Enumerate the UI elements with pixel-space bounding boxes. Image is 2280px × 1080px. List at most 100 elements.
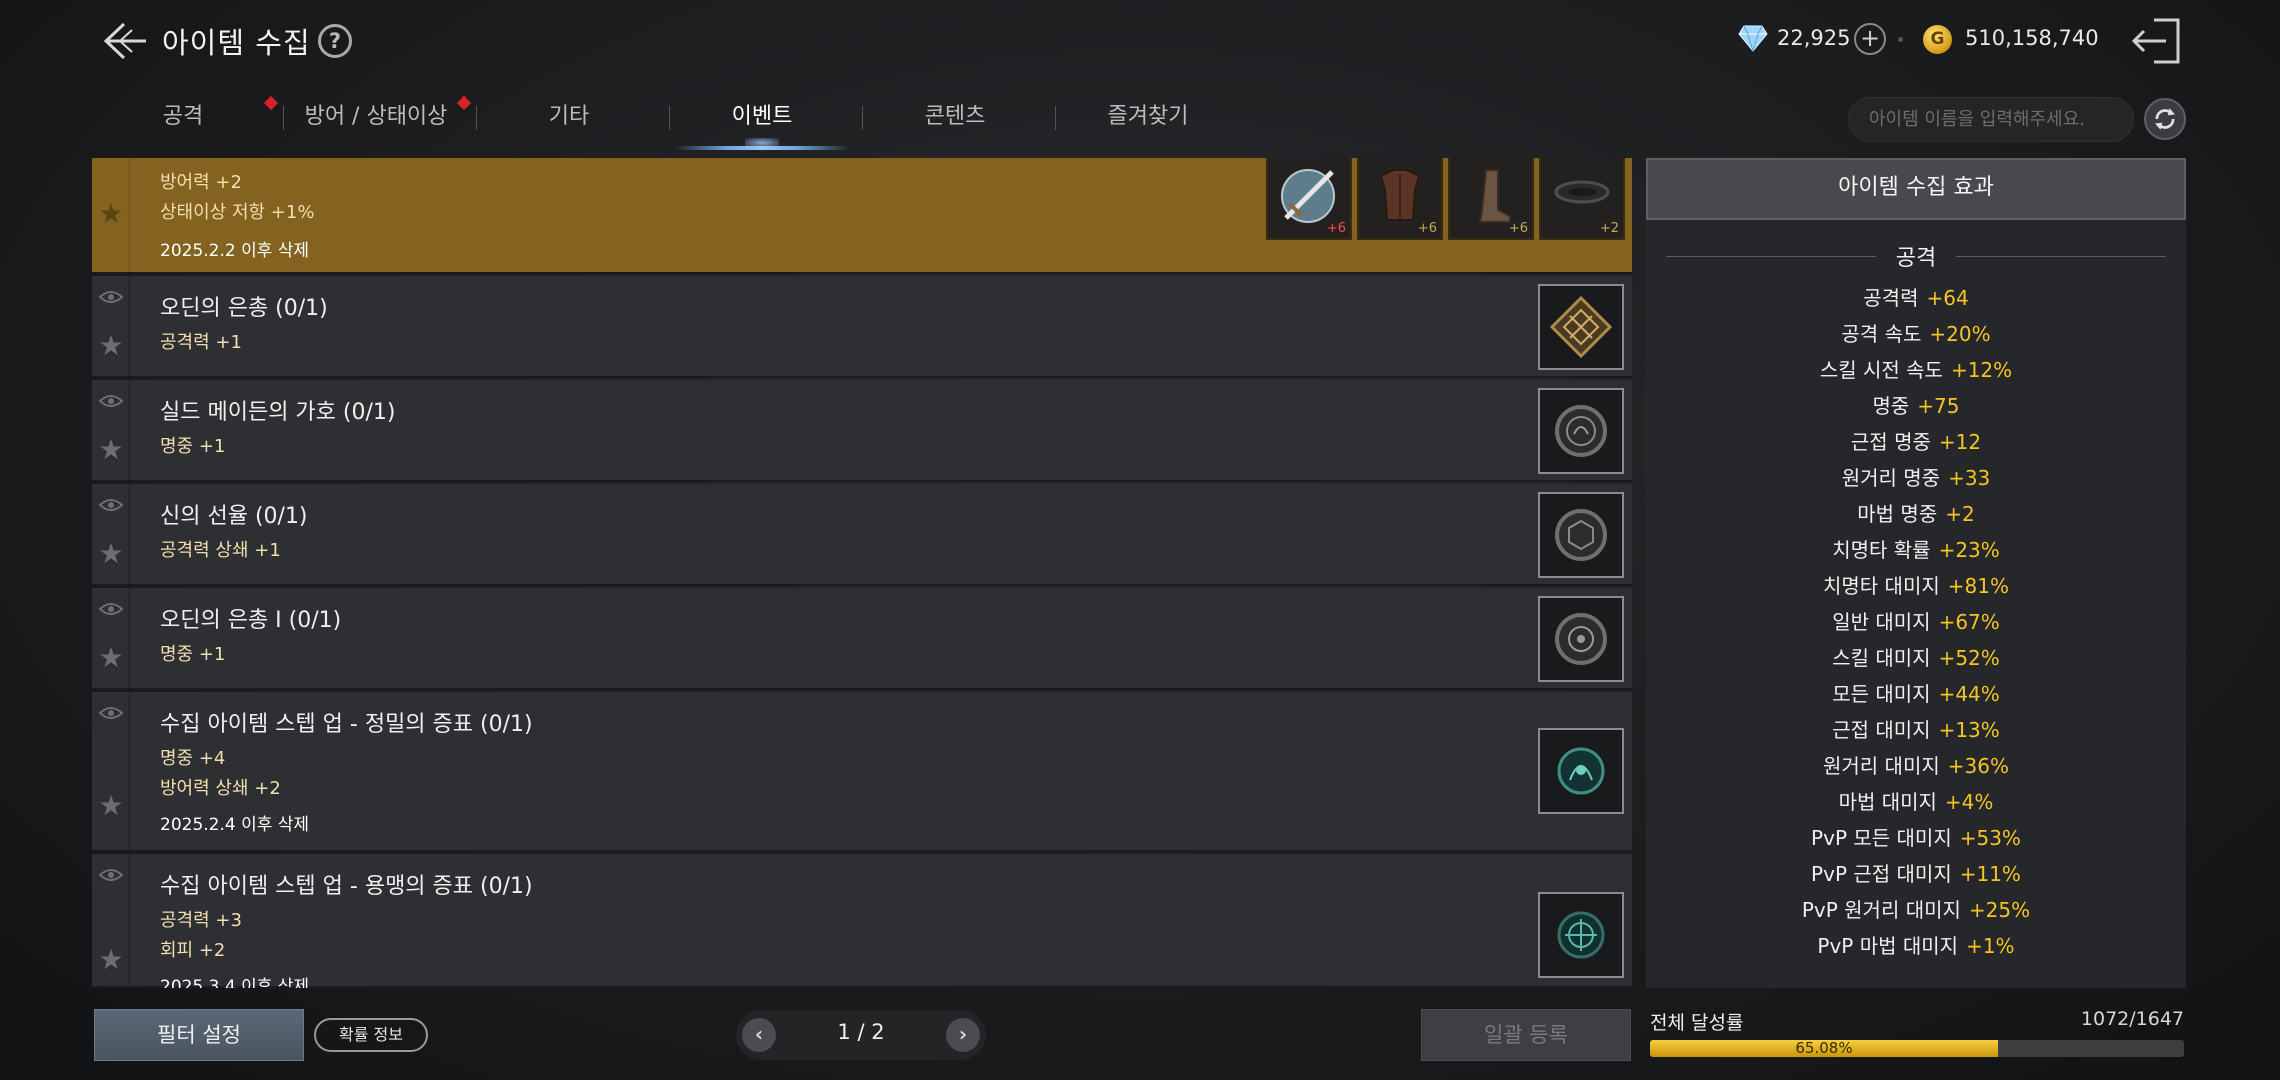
collection-effect-panel: 아이템 수집 효과 공격 공격력 +64 공격 속도 +20% 스킬 시전 속도 +1… bbox=[1646, 158, 2186, 988]
effect-category: 공격 bbox=[1895, 246, 1937, 271]
stat-line: 근접 명중 +12 bbox=[1850, 430, 1982, 454]
favorite-star-icon[interactable]: ★ bbox=[97, 792, 125, 820]
tab-content[interactable]: 콘텐츠 bbox=[862, 94, 1048, 150]
row-side: ★ bbox=[92, 380, 130, 480]
enhance-level: +2 bbox=[1599, 221, 1619, 236]
collection-stat: 방어력 상쇄 +2 bbox=[160, 778, 281, 799]
tab-event[interactable]: 이벤트 bbox=[669, 94, 855, 150]
stat-line: 일반 대미지 +67% bbox=[1832, 610, 2000, 634]
stat-line: 명중 +75 bbox=[1872, 394, 1960, 418]
favorite-star-icon[interactable]: ★ bbox=[97, 436, 125, 464]
item-search-input[interactable] bbox=[1848, 97, 2134, 142]
tab-etc[interactable]: 기타 bbox=[476, 94, 662, 150]
prev-page-icon[interactable]: ‹ bbox=[742, 1018, 776, 1052]
gold-count: 510,158,740 bbox=[1965, 26, 2099, 50]
row-side: ★ bbox=[92, 158, 130, 272]
stat-line: PvP 모든 대미지 +53% bbox=[1811, 826, 2021, 850]
stat-line: 치명타 확률 +23% bbox=[1832, 538, 2000, 562]
stat-line: 치명타 대미지 +81% bbox=[1823, 574, 2009, 598]
filter-settings-button[interactable]: 필터 설정 bbox=[94, 1009, 304, 1061]
list-item[interactable]: ★ 실드 메이든의 가호 (0/1) 명중 +1 bbox=[92, 380, 1632, 482]
stat-line: PvP 근접 대미지 +11% bbox=[1811, 862, 2021, 886]
tab-defense-status[interactable]: 방어 / 상태이상 bbox=[283, 94, 469, 150]
favorite-star-icon[interactable]: ★ bbox=[97, 200, 125, 228]
expiry-date: 2025.3.4 이후 삭제 bbox=[160, 977, 310, 988]
collection-stat: 공격력 +3 bbox=[160, 910, 242, 931]
list-item[interactable]: ★ 방어력 +2 상태이상 저항 +1% 2025.2.2 이후 삭제 +6 +… bbox=[92, 158, 1632, 274]
eye-icon[interactable] bbox=[99, 394, 123, 408]
row-side: ★ bbox=[92, 276, 130, 376]
enhance-level: +6 bbox=[1417, 221, 1437, 236]
row-side: ★ bbox=[92, 692, 130, 850]
bulk-register-button[interactable]: 일괄 등록 bbox=[1421, 1009, 1631, 1061]
stat-line: 원거리 명중 +33 bbox=[1841, 466, 1991, 490]
divider bbox=[1898, 37, 1903, 42]
stat-line: PvP 마법 대미지 +1% bbox=[1817, 934, 2015, 958]
collection-stat: 명중 +1 bbox=[160, 436, 226, 457]
eye-icon[interactable] bbox=[99, 706, 123, 720]
rune-coin-icon bbox=[1555, 509, 1607, 561]
stat-line: 원거리 대미지 +36% bbox=[1823, 754, 2009, 778]
collection-stat: 명중 +4 bbox=[160, 748, 226, 769]
item-slot[interactable]: +6 bbox=[1266, 158, 1352, 240]
item-slot[interactable]: +6 bbox=[1357, 158, 1443, 240]
stat-line: 스킬 시전 속도 +12% bbox=[1819, 358, 2013, 382]
stat-line: 근접 대미지 +13% bbox=[1832, 718, 2000, 742]
collection-stat: 상태이상 저항 +1% bbox=[160, 202, 315, 223]
stat-line: 공격력 +64 bbox=[1863, 286, 1969, 310]
favorite-star-icon[interactable]: ★ bbox=[97, 946, 125, 974]
stat-line: 스킬 대미지 +52% bbox=[1832, 646, 2000, 670]
item-slot[interactable] bbox=[1538, 728, 1624, 814]
favorite-star-icon[interactable]: ★ bbox=[97, 644, 125, 672]
list-item[interactable]: ★ 오딘의 은총 (0/1) 공격력 +1 bbox=[92, 276, 1632, 378]
stat-line: 모든 대미지 +44% bbox=[1832, 682, 2000, 706]
add-diamond-button[interactable]: + bbox=[1854, 23, 1886, 55]
enhance-level: +6 bbox=[1508, 221, 1528, 236]
collection-stat: 방어력 +2 bbox=[160, 172, 242, 193]
item-slot[interactable]: +2 bbox=[1539, 158, 1625, 240]
progress-bar: 65.08% bbox=[1650, 1040, 2184, 1057]
tab-favorites[interactable]: 즐겨찾기 bbox=[1055, 94, 1241, 150]
help-icon[interactable]: ? bbox=[318, 24, 352, 58]
list-item[interactable]: ★ 오딘의 은총 I (0/1) 명중 +1 bbox=[92, 588, 1632, 690]
collection-stat: 공격력 +1 bbox=[160, 332, 242, 353]
collection-title: 오딘의 은총 I (0/1) bbox=[160, 608, 342, 633]
item-slot[interactable] bbox=[1538, 492, 1624, 578]
tab-attack[interactable]: 공격 bbox=[90, 94, 276, 150]
probability-info-button[interactable]: 확률 정보 bbox=[314, 1018, 428, 1052]
favorite-star-icon[interactable]: ★ bbox=[97, 332, 125, 360]
stat-line: 마법 명중 +2 bbox=[1857, 502, 1975, 526]
eye-icon[interactable] bbox=[99, 498, 123, 512]
exit-icon[interactable] bbox=[2128, 16, 2184, 66]
item-slot[interactable] bbox=[1538, 596, 1624, 682]
emblem-icon bbox=[1557, 911, 1605, 959]
collection-title: 오딘의 은총 (0/1) bbox=[160, 296, 328, 321]
rune-coin-icon bbox=[1555, 613, 1607, 665]
list-item[interactable]: ★ 수집 아이템 스텝 업 - 정밀의 증표 (0/1) 명중 +4 방어력 상… bbox=[92, 692, 1632, 852]
page-title: 아이템 수집 bbox=[162, 26, 311, 60]
item-slot[interactable] bbox=[1538, 284, 1624, 370]
stat-line: PvP 원거리 대미지 +25% bbox=[1801, 898, 2031, 922]
progress-percent: 65.08% bbox=[1795, 1040, 1853, 1057]
next-page-icon[interactable]: › bbox=[946, 1018, 980, 1052]
item-slot[interactable] bbox=[1538, 892, 1624, 978]
eye-icon[interactable] bbox=[99, 868, 123, 882]
collection-list: ★ 방어력 +2 상태이상 저항 +1% 2025.2.2 이후 삭제 +6 +… bbox=[92, 158, 1632, 988]
progress-count: 1072/1647 bbox=[2080, 1008, 2184, 1030]
diamond-count: 22,925 bbox=[1777, 26, 1851, 50]
header: 아이템 수집 ? 22,925 + G 510,158,740 bbox=[0, 0, 2280, 84]
eye-icon[interactable] bbox=[99, 290, 123, 304]
list-item[interactable]: ★ 신의 선율 (0/1) 공격력 상쇄 +1 bbox=[92, 484, 1632, 586]
favorite-star-icon[interactable]: ★ bbox=[97, 540, 125, 568]
list-item[interactable]: ★ 수집 아이템 스텝 업 - 용맹의 증표 (0/1) 공격력 +3 회피 +… bbox=[92, 854, 1632, 988]
eye-icon[interactable] bbox=[99, 602, 123, 616]
active-tab-glow bbox=[745, 138, 779, 148]
emblem-icon bbox=[1557, 747, 1605, 795]
collection-stat: 명중 +1 bbox=[160, 644, 226, 665]
collection-stat: 공격력 상쇄 +1 bbox=[160, 540, 281, 561]
expiry-date: 2025.2.4 이후 삭제 bbox=[160, 815, 310, 835]
refresh-icon[interactable] bbox=[2144, 98, 2186, 140]
item-slot[interactable]: +6 bbox=[1448, 158, 1534, 240]
back-arrow-icon[interactable] bbox=[98, 18, 150, 64]
item-slot[interactable] bbox=[1538, 388, 1624, 474]
